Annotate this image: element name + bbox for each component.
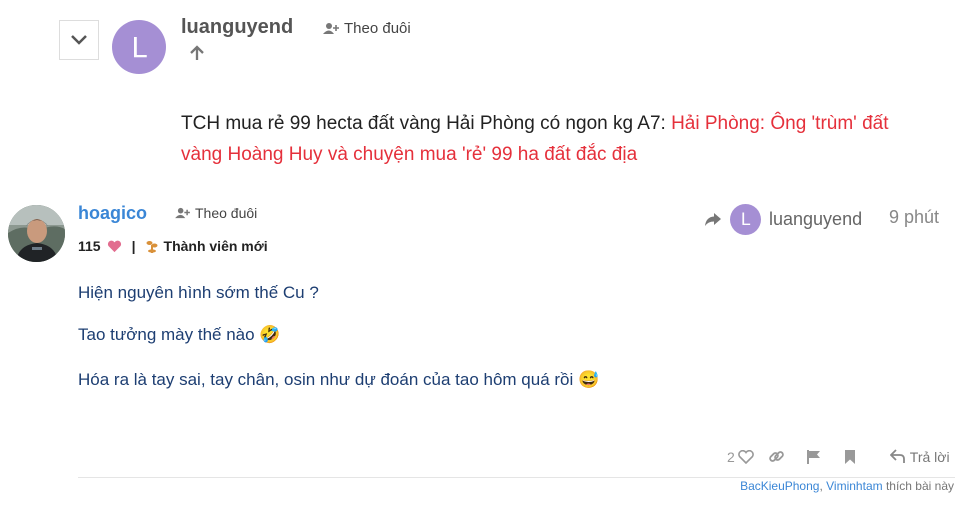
post-body-line: Hóa ra là tay sai, tay chân, osin như dự… (78, 370, 600, 389)
reply-button[interactable]: Trả lời (889, 448, 950, 465)
post-divider (78, 477, 955, 478)
post-body-line: Hiện nguyên hình sớm thế Cu ? (78, 283, 319, 302)
user-plus-icon (323, 23, 339, 34)
flag-button[interactable] (806, 449, 821, 465)
post-time[interactable]: 9 phút (889, 207, 939, 228)
user-avatar[interactable] (8, 205, 65, 262)
bookmark-button[interactable] (844, 449, 856, 465)
avatar-photo (8, 205, 65, 262)
like-count: 2 (727, 448, 735, 465)
quoted-post-text: TCH mua rẻ 99 hecta đất vàng Hải Phòng c… (181, 108, 931, 170)
follow-label: Theo đuôi (195, 205, 258, 221)
heart-icon (737, 449, 754, 464)
likes-received-count: 115 (78, 238, 101, 254)
liked-by-user-link[interactable]: BacKieuPhong (740, 479, 819, 493)
collapse-quote-button[interactable] (59, 20, 99, 60)
link-icon (768, 451, 784, 462)
reply-to-username: luanguyend (769, 209, 863, 229)
user-plus-icon (175, 207, 190, 219)
go-to-post-arrow[interactable] (188, 44, 206, 62)
follow-label: Theo đuôi (344, 20, 411, 37)
seedling-icon (146, 240, 158, 253)
reply-arrow-icon (889, 449, 905, 463)
reply-to-link[interactable]: L luanguyend (704, 204, 862, 235)
copy-link-button[interactable] (768, 448, 785, 465)
flag-icon (806, 449, 820, 464)
post-actions: 2 Trả lời (727, 448, 950, 465)
liked-by-suffix: thích bài này (882, 479, 954, 493)
chevron-down-icon (71, 35, 87, 45)
arrow-up-icon (190, 45, 204, 60)
user-rank: Thành viên mới (163, 238, 268, 254)
quoted-username[interactable]: luanguyend (181, 16, 293, 39)
post-body-line: Tao tưởng mày thế nào 🤣 (78, 325, 281, 344)
post-username[interactable]: hoagico (78, 203, 147, 224)
reply-label: Trả lời (909, 448, 950, 465)
share-arrow-icon (705, 213, 721, 226)
heart-icon (107, 240, 121, 252)
quoted-follow-button[interactable]: Theo đuôi (323, 20, 411, 37)
liked-by-line: BacKieuPhong, Viminhtam thích bài này (740, 479, 954, 493)
quoted-text-prefix: TCH mua rẻ 99 hecta đất vàng Hải Phòng c… (181, 113, 672, 134)
bookmark-icon (844, 449, 855, 464)
follow-button[interactable]: Theo đuôi (175, 205, 257, 221)
user-stats: 115 | Thành viên mới (78, 238, 268, 254)
liked-by-user-link[interactable]: Viminhtam (826, 479, 882, 493)
stats-separator: | (131, 238, 136, 254)
quoted-user-avatar[interactable]: L (112, 20, 166, 74)
like-button[interactable]: 2 (727, 449, 754, 465)
reply-to-avatar: L (730, 204, 761, 235)
